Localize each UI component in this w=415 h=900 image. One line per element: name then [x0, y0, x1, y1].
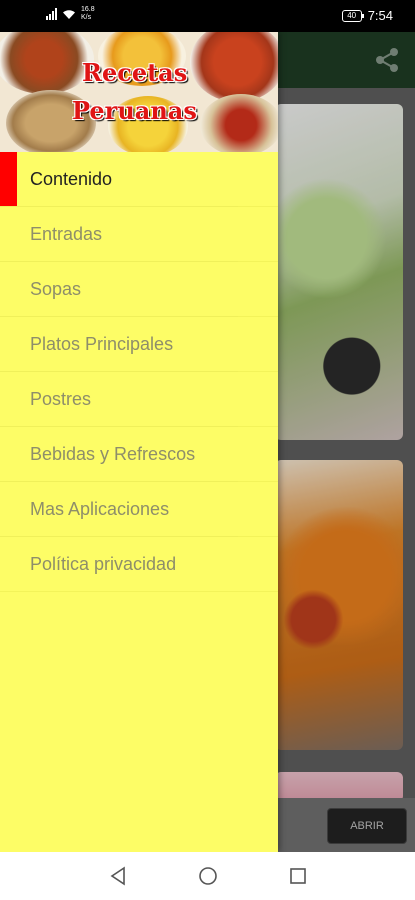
food-image — [0, 32, 94, 94]
active-marker — [0, 152, 17, 207]
menu-item-postres[interactable]: Postres — [0, 372, 278, 427]
menu-item-entradas[interactable]: Entradas — [0, 207, 278, 262]
menu-item-label: Platos Principales — [30, 333, 174, 354]
food-image — [190, 32, 278, 102]
recents-square-icon — [289, 868, 306, 884]
logo-title: Recetas — [82, 58, 188, 87]
menu-item-contenido[interactable]: Contenido — [0, 152, 278, 207]
drawer-menu: Contenido Entradas Sopas Platos Principa… — [0, 152, 278, 592]
net-speed-text: 16.8 K/s — [81, 6, 95, 21]
status-bar: 16.8 K/s 40 7:54 — [0, 0, 415, 32]
menu-item-bebidas-refrescos[interactable]: Bebidas y Refrescos — [0, 427, 278, 482]
navigation-drawer: Recetas Peruanas Contenido Entradas Sopa… — [0, 32, 278, 852]
menu-item-label: Contenido — [30, 168, 113, 189]
menu-item-label: Entradas — [30, 223, 103, 244]
menu-item-politica-privacidad[interactable]: Política privacidad — [0, 537, 278, 592]
menu-item-label: Política privacidad — [30, 553, 177, 574]
back-button[interactable] — [107, 865, 129, 887]
menu-item-label: Postres — [30, 388, 92, 409]
menu-item-label: Sopas — [30, 278, 82, 299]
signal-icon — [46, 8, 57, 20]
battery-level: 40 — [347, 10, 357, 20]
menu-item-label: Bebidas y Refrescos — [30, 443, 196, 464]
menu-item-label: Mas Aplicaciones — [30, 498, 170, 519]
wifi-icon — [63, 9, 75, 19]
drawer-header-image: Recetas Peruanas — [0, 32, 278, 152]
recents-button[interactable] — [287, 865, 309, 887]
food-image — [200, 94, 278, 152]
menu-item-sopas[interactable]: Sopas — [0, 262, 278, 317]
net-speed: 16.8 K/s — [81, 6, 95, 22]
clock: 7:54 — [367, 8, 393, 23]
menu-item-platos-principales[interactable]: Platos Principales — [0, 317, 278, 372]
home-button[interactable] — [197, 865, 219, 887]
logo-subtitle: Peruanas — [72, 96, 197, 125]
system-nav-bar — [0, 852, 415, 900]
battery-icon: 40 — [341, 9, 364, 22]
menu-item-mas-aplicaciones[interactable]: Mas Aplicaciones — [0, 482, 278, 537]
home-circle-icon — [198, 867, 217, 885]
back-triangle-icon — [110, 866, 125, 886]
